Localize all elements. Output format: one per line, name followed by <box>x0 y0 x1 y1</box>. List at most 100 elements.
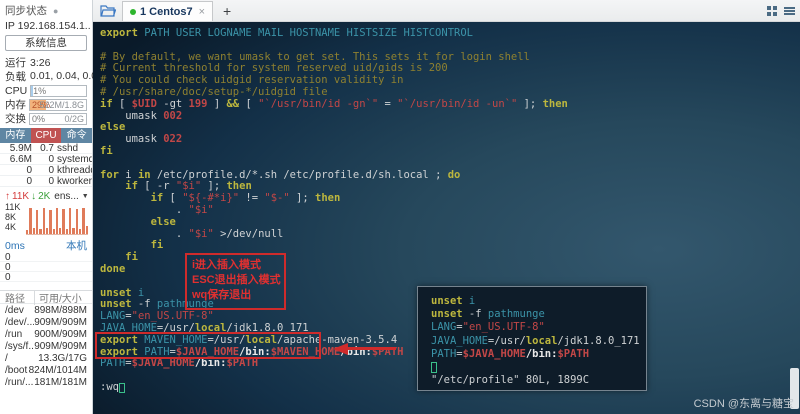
process-cell: 0 <box>48 153 54 165</box>
process-cell: kthreadd <box>57 164 92 176</box>
connected-dot-icon <box>130 8 136 15</box>
code-segment: "`/usr/bin/id -gn`" <box>258 97 379 110</box>
graph-bars <box>26 205 88 235</box>
code-line: fi <box>100 144 800 158</box>
disk-value: 900M/909M <box>34 328 87 340</box>
ping-history-row: 0 <box>0 272 92 283</box>
grid-layout-icon[interactable] <box>767 5 777 16</box>
tab-cpu[interactable]: CPU <box>30 128 62 143</box>
disk-row: /dev 898M/898M <box>0 304 92 316</box>
popup-vim-buffer: unset i unset -f pathmunge LANG="en_US.UTF… <box>418 287 646 388</box>
load-row: 负载 0.01, 0.04, 0.05 <box>0 69 103 83</box>
memory-label: 内存 <box>5 99 26 111</box>
code-segment: /etc/profile.d/*.sh /etc/profile.d/sh.lo… <box>150 168 448 181</box>
code-segment: $PATH <box>226 357 259 370</box>
ping-history-row: 0 <box>0 262 92 273</box>
graph-ytick: 8K <box>5 212 17 222</box>
code-segment: -f <box>462 308 482 321</box>
network-bar <box>62 209 65 234</box>
tabbar-right-controls <box>767 5 800 16</box>
disk-row: / 13.3G/17G <box>0 352 92 364</box>
code-segment: $PATH <box>557 347 590 360</box>
graph-ytick: 11K <box>5 202 21 212</box>
process-cell: 5.9M <box>9 142 32 154</box>
code-segment: i <box>131 286 145 299</box>
process-cell: 0 <box>48 164 54 176</box>
network-bar <box>45 227 49 234</box>
open-folder-icon[interactable] <box>100 4 116 17</box>
code-segment: export <box>100 27 138 39</box>
code-segment: != <box>239 192 265 205</box>
code-line: else <box>100 121 800 134</box>
code-segment: if <box>150 192 164 205</box>
code-segment: in <box>137 168 151 181</box>
code-segment: $UID <box>131 97 157 110</box>
code-segment: PATH <box>137 345 170 358</box>
disk-row: /sys/f... 909M/909M <box>0 340 92 352</box>
code-segment: "en_US.UTF-8" <box>131 310 214 323</box>
code-segment: $JAVA_HOME <box>131 357 195 370</box>
code-segment: ]; <box>289 192 315 205</box>
tab-command[interactable]: 命令 <box>61 128 92 143</box>
ping-history-row: 0 <box>0 252 92 263</box>
uptime-row: 运行 3:26 <box>0 53 92 70</box>
code-segment: fi <box>100 144 113 157</box>
disk-value: 909M/909M <box>34 340 87 352</box>
code-segment: fi <box>125 251 138 264</box>
cpu-meter: 1% <box>30 84 87 97</box>
tab-centos7[interactable]: 1 Centos7 × <box>122 1 214 21</box>
network-bar <box>29 208 32 234</box>
code-segment: ]; <box>517 97 543 110</box>
process-row: 5.9M 0.7 sshd <box>0 143 92 154</box>
terminal-panel[interactable]: export PATH USER LOGNAME MAIL HOSTNAME H… <box>93 22 800 414</box>
new-tab-button[interactable]: + <box>223 4 231 18</box>
code-line: umask 022 <box>100 133 800 146</box>
code-segment: =/usr/ <box>487 334 526 347</box>
process-cell: 0 <box>26 175 32 187</box>
code-segment: 002 <box>163 109 183 122</box>
download-icon: ↓ <box>31 191 37 202</box>
cursor-block <box>431 361 437 373</box>
code-segment: LANG <box>100 310 126 323</box>
code-segment: local <box>525 334 558 347</box>
tab-memory[interactable]: 内存 <box>0 128 31 143</box>
swap-detail: 0/2G <box>64 113 84 124</box>
code-line: umask 002 <box>100 109 800 123</box>
disk-row: /run 900M/909M <box>0 328 92 340</box>
network-bar <box>52 229 55 234</box>
app-window: 同步状态 ● IP 192.168.154.1.. 复制 系统信息 运行 3:2… <box>0 0 800 414</box>
network-bar <box>65 229 69 234</box>
disk-value: 898M/898M <box>34 304 87 316</box>
network-bar <box>42 207 45 234</box>
upload-icon: ↑ <box>5 191 10 202</box>
network-bar <box>72 227 75 234</box>
code-segment: else <box>100 121 126 134</box>
code-segment: "$i" <box>188 227 214 240</box>
code-segment: "$i" <box>175 180 202 193</box>
code-segment: JAVA_HOME <box>100 321 157 334</box>
chevron-down-icon[interactable]: ▼ <box>82 193 89 200</box>
disk-value: 13.3G/17G <box>38 352 87 364</box>
disk-path: /boot <box>5 364 28 376</box>
disk-rows: /dev 898M/898M/dev/... 909M/909M/run 900M/9… <box>0 304 92 388</box>
code-segment: /jdk1.8.0_171 <box>226 321 309 334</box>
network-bar <box>59 227 62 234</box>
hamburger-menu-icon[interactable] <box>784 6 795 16</box>
code-segment: PATH <box>431 347 457 360</box>
system-info-button[interactable]: 系统信息 <box>5 35 87 51</box>
interface-select[interactable]: ens... <box>54 191 78 202</box>
network-graph: 11K 8K 4K <box>3 203 89 236</box>
network-bar <box>75 209 78 234</box>
network-bar <box>69 207 72 234</box>
code-segment: =/usr/ <box>207 333 246 346</box>
tab-close-icon[interactable]: × <box>199 6 205 18</box>
disk-path: /dev/... <box>5 316 35 328</box>
code-segment: "/etc/profile" 80L, 1899C <box>431 374 590 387</box>
process-cell: 0.7 <box>40 142 54 154</box>
memory-meter: 29% 522M/1.8G <box>29 98 87 111</box>
code-line: "/etc/profile" 80L, 1899C <box>431 374 646 388</box>
code-segment: unset <box>431 295 463 307</box>
